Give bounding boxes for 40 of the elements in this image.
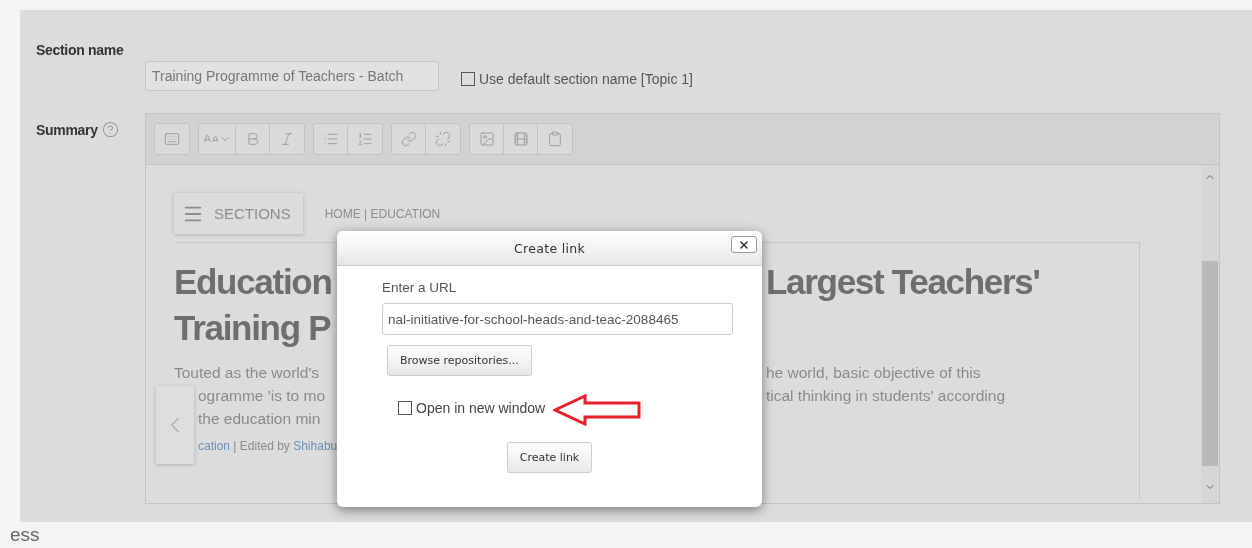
- field-label: Summary: [36, 121, 98, 138]
- author-link[interactable]: Shihabu: [293, 439, 338, 453]
- checkbox[interactable]: [461, 72, 475, 86]
- unlink-icon: [435, 131, 451, 147]
- article-text: Touted as the world's: [174, 364, 320, 381]
- bullet-list-icon: [322, 131, 339, 147]
- numbered-list-icon: [357, 131, 373, 147]
- sections-button[interactable]: SECTIONS: [174, 193, 303, 234]
- scrollbar[interactable]: [1201, 165, 1219, 503]
- category-link[interactable]: cation: [198, 439, 231, 453]
- byline: cation | Edited by Shihabu: [198, 439, 338, 453]
- previous-button[interactable]: [156, 386, 194, 464]
- close-button[interactable]: [731, 236, 757, 253]
- dialog-title: Create link: [514, 240, 585, 256]
- page-text: ess: [9, 523, 41, 546]
- breadcrumb: HOME | EDUCATION: [324, 206, 441, 221]
- checkbox[interactable]: [398, 401, 412, 415]
- article-title: Education: [174, 262, 332, 301]
- help-icon[interactable]: [101, 121, 119, 138]
- field-label: Section name: [36, 42, 124, 58]
- create-link-button[interactable]: Create link: [506, 442, 593, 473]
- article-text: ogramme 'is to mo: [197, 387, 325, 404]
- article-text: he world, basic objective of this: [766, 364, 981, 381]
- article-text: tical thinking in students' according: [766, 387, 1006, 404]
- link-icon: [400, 131, 417, 147]
- keyboard-icon: [164, 131, 180, 147]
- article-title: Training P: [174, 308, 331, 347]
- checkbox-label: Use default section name [Topic 1]: [479, 71, 693, 87]
- italic-icon: [279, 131, 295, 147]
- close-icon: [738, 238, 750, 251]
- url-field[interactable]: nal-initiative-for-school-heads-and-teac-2088465: [382, 303, 733, 335]
- field-label: Enter a URL: [382, 280, 457, 295]
- film-icon: [512, 131, 529, 147]
- clipboard-icon: [547, 131, 563, 147]
- section-name-field[interactable]: Training Programme of Teachers - Batch: [145, 61, 439, 91]
- browse-button[interactable]: Browse repositories...: [387, 345, 532, 376]
- article-title: Largest Teachers': [766, 262, 1040, 301]
- article-text: the education min: [197, 410, 321, 427]
- checkbox-label: Open in new window: [416, 400, 546, 416]
- image-icon: [478, 131, 495, 147]
